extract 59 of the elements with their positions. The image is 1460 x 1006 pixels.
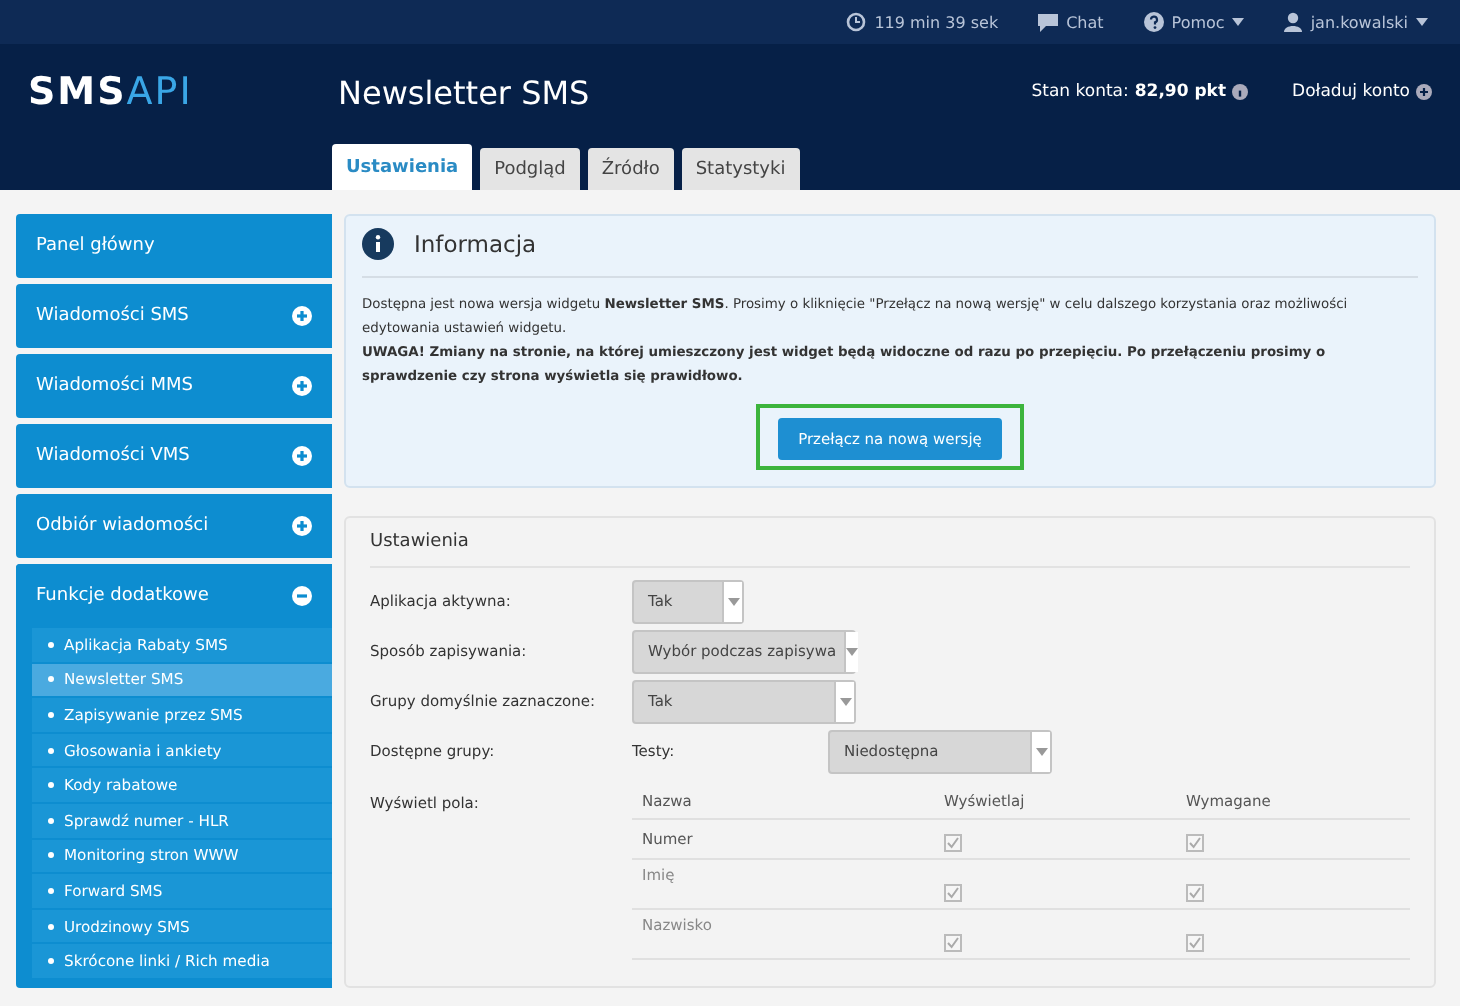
bullet-icon (48, 923, 54, 930)
section-title: Ustawienia (370, 532, 1410, 568)
plus-icon[interactable] (292, 516, 312, 536)
check-icon (946, 886, 960, 900)
tab[interactable]: Statystyki (681, 148, 800, 190)
check-icon (946, 936, 960, 950)
check-icon (1188, 886, 1202, 900)
help-menu[interactable]: Pomoc (1143, 12, 1245, 32)
checkbox[interactable] (1186, 884, 1204, 902)
plus-icon[interactable] (292, 306, 312, 326)
session-timer: 119 min 39 sek (846, 12, 999, 32)
bullet-icon (48, 782, 54, 789)
caret-icon (846, 647, 859, 655)
checkbox[interactable] (1186, 934, 1204, 952)
clock-icon (846, 12, 867, 32)
bullet-icon (48, 747, 54, 754)
help-icon (1143, 12, 1164, 32)
chat-link[interactable]: Chat (1038, 13, 1104, 31)
plus-icon (1416, 84, 1432, 100)
sidebar-item[interactable]: Odbiór wiadomości (16, 494, 332, 558)
user-icon (1284, 12, 1303, 32)
sidebar-item[interactable]: Wiadomości SMS (16, 284, 332, 348)
logo: SMSAPI (28, 70, 195, 114)
checkbox[interactable] (944, 934, 962, 952)
sidebar-item[interactable]: Panel główny (16, 214, 332, 278)
speech-bubble-icon (1038, 13, 1059, 31)
bullet-icon (48, 817, 54, 824)
tab[interactable]: Ustawienia (332, 144, 473, 190)
checkbox[interactable] (944, 834, 962, 852)
bullet-icon (48, 641, 54, 648)
minus-icon[interactable] (292, 586, 312, 606)
caret-icon (1416, 18, 1428, 26)
bullet-icon (48, 887, 54, 894)
checkbox[interactable] (1186, 834, 1204, 852)
info-icon (1232, 84, 1249, 100)
tab[interactable]: Źródło (587, 148, 674, 190)
sidebar-item[interactable]: Wiadomości MMS (16, 354, 332, 418)
checkbox[interactable] (944, 884, 962, 902)
tab[interactable]: Podgląd (480, 148, 580, 190)
check-icon (946, 836, 960, 850)
check-icon (1188, 936, 1202, 950)
top-up-link[interactable]: Doładuj konto (1292, 82, 1432, 102)
sidebar-item[interactable]: Wiadomości VMS (16, 424, 332, 488)
caret-icon (1232, 18, 1245, 26)
bullet-icon (48, 676, 54, 683)
plus-icon[interactable] (292, 446, 312, 466)
user-menu[interactable]: jan.kowalski (1284, 12, 1428, 32)
caret-icon (1035, 747, 1047, 755)
info-icon (362, 228, 394, 260)
bullet-icon (48, 852, 54, 859)
page-title: Newsletter SMS (338, 73, 592, 111)
bullet-icon (48, 958, 54, 965)
plus-icon[interactable] (292, 376, 312, 396)
caret-icon (839, 697, 851, 705)
caret-icon (727, 597, 739, 605)
account-balance: Stan konta: 82,90 pkt (1031, 82, 1249, 102)
check-icon (1188, 836, 1202, 850)
bullet-icon (48, 711, 54, 718)
info-title: Informacja (414, 230, 537, 258)
